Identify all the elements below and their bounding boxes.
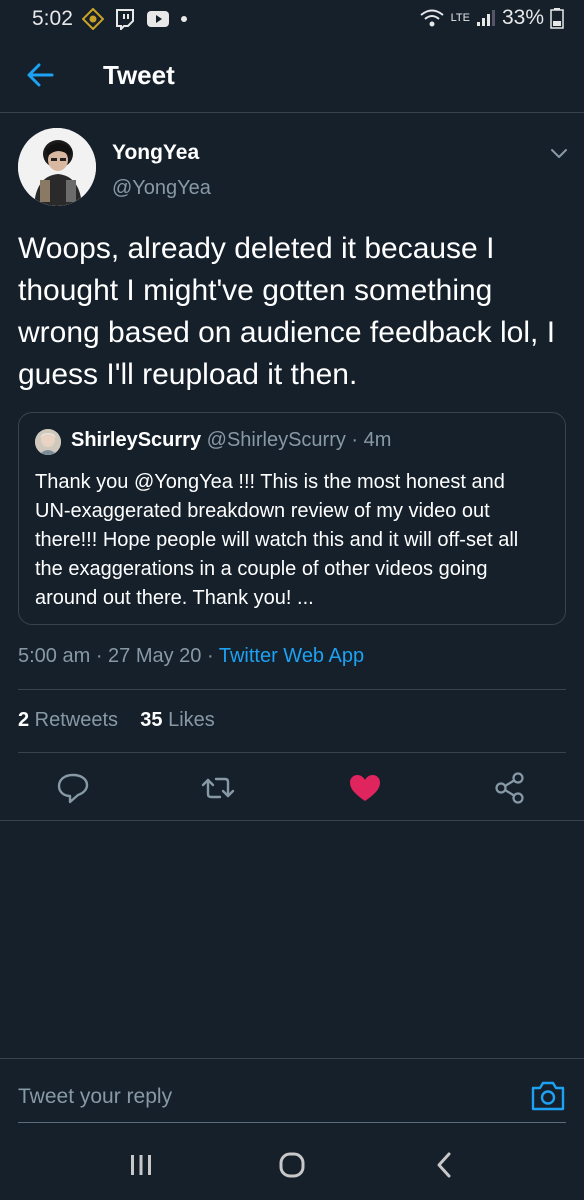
home-icon[interactable] bbox=[275, 1148, 309, 1182]
like-icon[interactable] bbox=[347, 770, 383, 806]
divider bbox=[18, 689, 566, 690]
status-bar: 5:02 LTE 33% bbox=[0, 0, 584, 36]
quoted-tweet[interactable]: ShirleyScurry @ShirleyScurry · 4m Thank … bbox=[18, 412, 566, 625]
arrow-left-icon[interactable] bbox=[24, 58, 58, 92]
likes-stat[interactable]: 35 Likes bbox=[140, 709, 215, 731]
status-time: 5:02 bbox=[32, 7, 73, 30]
notification-icons bbox=[82, 8, 188, 30]
lte-icon: LTE bbox=[450, 11, 470, 24]
avatar[interactable] bbox=[18, 128, 96, 206]
reply-underline bbox=[18, 1122, 566, 1123]
back-nav-icon[interactable] bbox=[428, 1148, 462, 1182]
quote-time: · 4m bbox=[345, 429, 392, 451]
author-name[interactable]: YongYea bbox=[112, 141, 199, 165]
retweets-label: Retweets bbox=[29, 709, 119, 731]
retweets-count: 2 bbox=[18, 709, 30, 731]
tweet-meta: 5:00 am · 27 May 20 · Twitter Web App bbox=[18, 645, 364, 668]
signal-icon bbox=[476, 10, 495, 26]
top-bar: Tweet bbox=[0, 40, 584, 113]
battery-icon bbox=[550, 8, 564, 29]
tweet-text: Woops, already deleted it because I thou… bbox=[18, 232, 556, 391]
recent-apps-icon[interactable] bbox=[124, 1148, 158, 1182]
system-nav-bar bbox=[0, 1130, 584, 1200]
quote-header: ShirleyScurry @ShirleyScurry · 4m bbox=[71, 429, 391, 452]
youtube-icon bbox=[147, 11, 169, 27]
divider bbox=[18, 752, 566, 753]
quote-avatar bbox=[35, 429, 61, 455]
status-right: LTE 33% bbox=[419, 6, 564, 30]
retweet-icon[interactable] bbox=[200, 770, 236, 806]
quote-text: Thank you @YongYea !!! This is the most … bbox=[35, 471, 519, 609]
quote-author-handle: @ShirleyScurry bbox=[206, 429, 346, 451]
quote-avatar-image bbox=[35, 429, 61, 455]
tweet-stats: 2 Retweets 35 Likes bbox=[18, 709, 215, 732]
reply-icon[interactable] bbox=[55, 770, 91, 806]
chevron-down-icon[interactable] bbox=[548, 145, 570, 161]
divider bbox=[0, 820, 584, 821]
quote-author-name: ShirleyScurry bbox=[71, 429, 202, 451]
tweet-timestamp: 5:00 am · 27 May 20 · bbox=[18, 645, 219, 667]
retweets-stat[interactable]: 2 Retweets bbox=[18, 709, 118, 731]
reply-input[interactable]: Tweet your reply bbox=[18, 1085, 172, 1109]
camera-icon[interactable] bbox=[530, 1080, 566, 1112]
likes-count: 35 bbox=[140, 709, 163, 731]
battery-percent: 33% bbox=[501, 6, 544, 29]
wifi-icon bbox=[419, 9, 444, 27]
author-handle[interactable]: @YongYea bbox=[112, 177, 211, 200]
divider bbox=[0, 1058, 584, 1059]
avatar-image bbox=[18, 128, 96, 206]
page-title: Tweet bbox=[103, 60, 175, 90]
twitch-icon bbox=[116, 9, 134, 30]
share-icon[interactable] bbox=[492, 770, 528, 806]
app-notification-icon bbox=[82, 8, 104, 30]
tweet-source-link[interactable]: Twitter Web App bbox=[219, 645, 364, 667]
dot-icon bbox=[181, 16, 187, 22]
likes-label: Likes bbox=[162, 709, 215, 731]
